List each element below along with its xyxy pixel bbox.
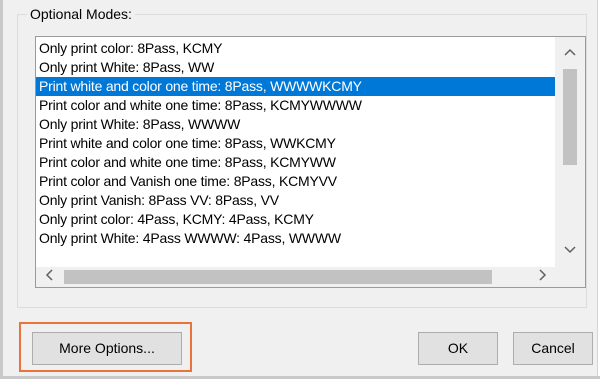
list-item[interactable]: Only print White: 8Pass, WW: [36, 58, 556, 77]
list-item[interactable]: Print white and color one time: 8Pass, W…: [36, 134, 556, 153]
optional-modes-listbox[interactable]: Only print color: 8Pass, KCMY Only print…: [35, 36, 586, 288]
scrollbar-corner: [555, 267, 585, 287]
chevron-down-icon[interactable]: [555, 239, 585, 261]
vertical-scrollbar[interactable]: [555, 37, 585, 267]
ok-button[interactable]: OK: [418, 332, 498, 365]
horizontal-scrollbar[interactable]: [36, 267, 556, 287]
list-item[interactable]: Only print color: 8Pass, KCMY: [36, 39, 556, 58]
list-item[interactable]: Only print Vanish: 8Pass VV: 8Pass, VV: [36, 191, 556, 210]
list-item-selected[interactable]: Print white and color one time: 8Pass, W…: [36, 77, 556, 96]
list-item[interactable]: Print color and Vanish one time: 8Pass, …: [36, 172, 556, 191]
list-item[interactable]: Only print White: 4Pass WWWW: 4Pass, WWW…: [36, 229, 556, 248]
window-left-edge: [0, 0, 3, 379]
chevron-right-icon[interactable]: [532, 267, 554, 287]
optional-modes-label: Optional Modes:: [27, 6, 135, 22]
chevron-up-icon[interactable]: [555, 41, 585, 63]
list-item[interactable]: Print color and white one time: 8Pass, K…: [36, 96, 556, 115]
list-item[interactable]: Only print White: 8Pass, WWWW: [36, 115, 556, 134]
chevron-left-icon[interactable]: [38, 267, 60, 287]
list-item[interactable]: Only print color: 4Pass, KCMY: 4Pass, KC…: [36, 210, 556, 229]
vertical-scroll-thumb[interactable]: [563, 69, 577, 165]
horizontal-scroll-thumb[interactable]: [64, 270, 492, 284]
listbox-items: Only print color: 8Pass, KCMY Only print…: [36, 39, 556, 268]
list-item[interactable]: Print color and white one time: 8Pass, K…: [36, 153, 556, 172]
cancel-button[interactable]: Cancel: [513, 332, 593, 365]
highlight-box: [19, 322, 192, 372]
